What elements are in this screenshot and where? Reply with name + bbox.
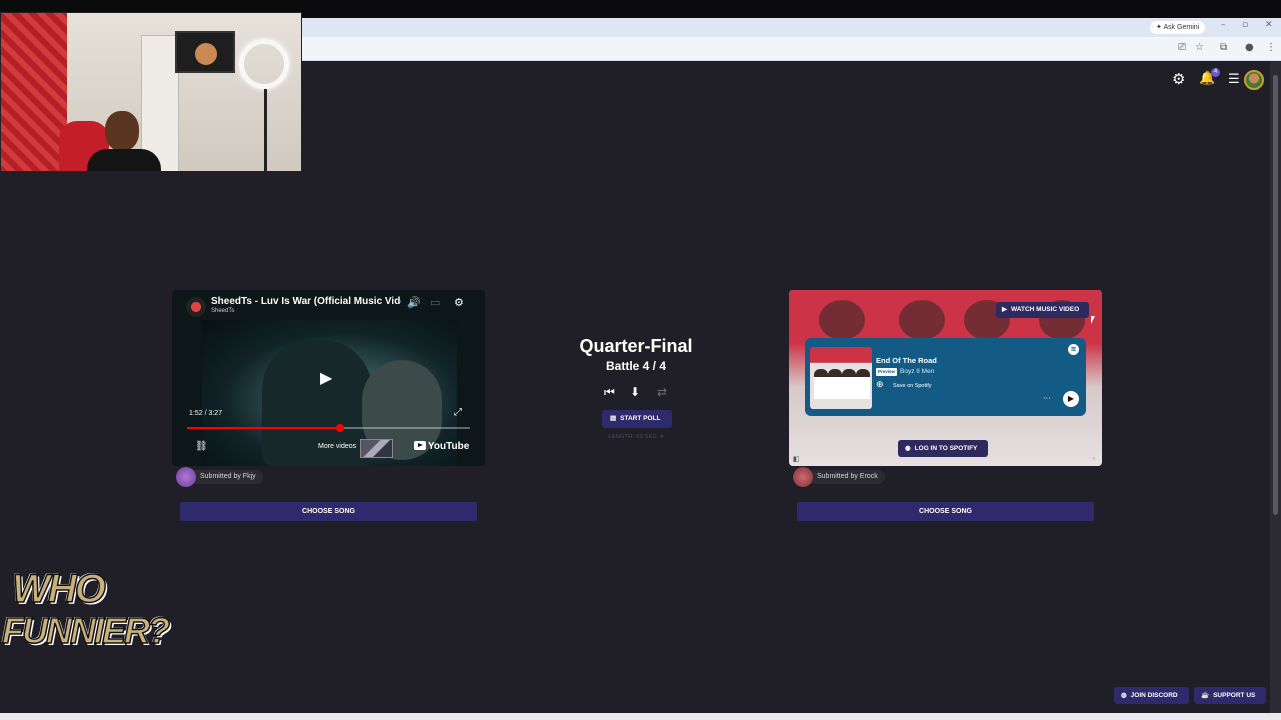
submitter-label-left: Submitted by Fkjy [190,470,263,484]
poll-length-select[interactable]: LENGTH: 60 SEC. ▾ [586,434,686,440]
start-poll-button[interactable]: ▤ START POLL [602,410,673,428]
install-app-icon[interactable]: ⎚ [1178,42,1186,53]
video-icon: ▶ [1002,306,1007,313]
os-taskbar [0,713,1281,720]
restore-icon[interactable]: ▫ [1242,20,1248,30]
spotify-logo-icon[interactable]: ≋ [1068,344,1079,355]
more-videos-thumbnail[interactable] [360,439,393,458]
previous-battle-icon[interactable]: ⏮ [604,385,615,400]
spotify-icon: ◉ [905,445,911,452]
webcam-ring-light [239,39,289,89]
support-icon: ☕ [1201,692,1210,699]
more-options-icon[interactable]: ··· [1043,394,1051,403]
youtube-play-icon [414,441,426,450]
watch-music-video-button[interactable]: ▶ WATCH MUSIC VIDEO [996,302,1090,318]
webcam-poster [175,31,235,73]
channel-avatar[interactable] [186,297,206,317]
submitter-label-right: Submitted by Erock [807,470,885,484]
webcam-light-stand [264,89,267,171]
youtube-embed[interactable]: SheedTs - Luv Is War (Official Music Vid… [172,290,485,466]
choose-song-right-button[interactable]: CHOOSE SONG [797,502,1094,521]
track-title[interactable]: End Of The Road [876,356,937,365]
webcam-curtain [1,13,67,171]
album-art [810,347,872,409]
settings-icon[interactable]: ⚙ [454,296,464,309]
track-artist[interactable]: Boyz II Men [900,368,934,375]
play-icon[interactable]: ▶ [320,368,332,387]
gear-icon[interactable]: ⚙ [1172,70,1185,88]
embed-corner-icon-right: ◦ [1092,455,1097,463]
hamburger-icon[interactable]: ☰ [1228,72,1240,87]
discord-icon: ◍ [1121,692,1127,699]
notification-badge: 4 [1211,68,1220,77]
add-icon[interactable]: ⊕ [876,380,884,390]
battle-counter: Battle 4 / 4 [605,359,667,373]
who-funnier-logo: WHO FUNNIER? [1,567,171,680]
extensions-icon[interactable]: ⧉ [1220,42,1227,53]
embed-corner-icon: ◧ [793,455,800,463]
spotify-embed[interactable]: ▶ WATCH MUSIC VIDEO End Of The Road Previ… [789,290,1102,466]
profile-icon[interactable]: ● [1245,42,1254,53]
join-discord-button[interactable]: ◍ JOIN DISCORD [1114,687,1189,704]
download-icon[interactable]: ⬇ [630,385,640,399]
screen: ✦ Ask Gemini – ▫ ✕ ⎚ ☆ ⧉ ● ⋮ ⚙ 🔔 4 ☰ WHO… [0,0,1281,720]
login-spotify-button[interactable]: ◉ LOG IN TO SPOTIFY [898,440,989,457]
page-scrollbar[interactable] [1270,61,1281,713]
preview-tag: Preview [876,368,898,376]
shuffle-icon[interactable]: ⇄ [657,385,667,399]
minimize-icon[interactable]: – [1221,20,1226,30]
spotify-player[interactable]: End Of The Road Preview Boyz II Men ⊕ Sa… [805,338,1086,416]
browser-menu-icon[interactable]: ⋮ [1266,42,1276,53]
video-scrubber[interactable] [335,424,344,432]
streamer [87,111,167,171]
video-title[interactable]: SheedTs - Luv Is War (Official Music Vid… [211,296,401,307]
scrollbar-thumb[interactable] [1273,75,1278,515]
ask-gemini-button[interactable]: ✦ Ask Gemini [1150,21,1206,34]
logo-line-2: FUNNIER? [1,609,171,652]
mouse-cursor [1091,316,1095,324]
user-avatar[interactable] [1244,70,1264,90]
fullscreen-icon[interactable]: ⤢ [454,407,462,418]
support-us-button[interactable]: ☕ SUPPORT US [1194,687,1267,704]
play-button[interactable]: ▶ [1063,391,1079,407]
browser-toolbar [302,37,1281,61]
video-progress-bar[interactable] [187,424,470,432]
save-on-spotify-label[interactable]: Save on Spotify [893,383,932,389]
round-title: Quarter-Final [579,336,693,356]
video-channel[interactable]: SheedTs [211,308,234,314]
close-icon[interactable]: ✕ [1265,20,1273,30]
captions-icon[interactable]: ▭ [430,296,440,309]
link-icon[interactable]: ⛓ [195,441,208,452]
volume-icon[interactable]: 🔊 [407,296,421,309]
webcam-overlay [0,12,302,172]
video-time: 1:52 / 3:27 [189,410,223,417]
submitter-avatar-right [793,467,813,487]
video-progress-fill [187,427,340,429]
more-videos-label[interactable]: More videos [318,443,356,450]
bookmark-star-icon[interactable]: ☆ [1195,42,1204,53]
choose-song-left-button[interactable]: CHOOSE SONG [180,502,477,521]
youtube-logo[interactable]: YouTube [414,441,469,452]
logo-line-1: WHO [11,567,106,611]
browser-tab-strip [302,18,1281,37]
submitter-avatar-left [176,467,196,487]
poll-icon: ▤ [610,415,617,422]
